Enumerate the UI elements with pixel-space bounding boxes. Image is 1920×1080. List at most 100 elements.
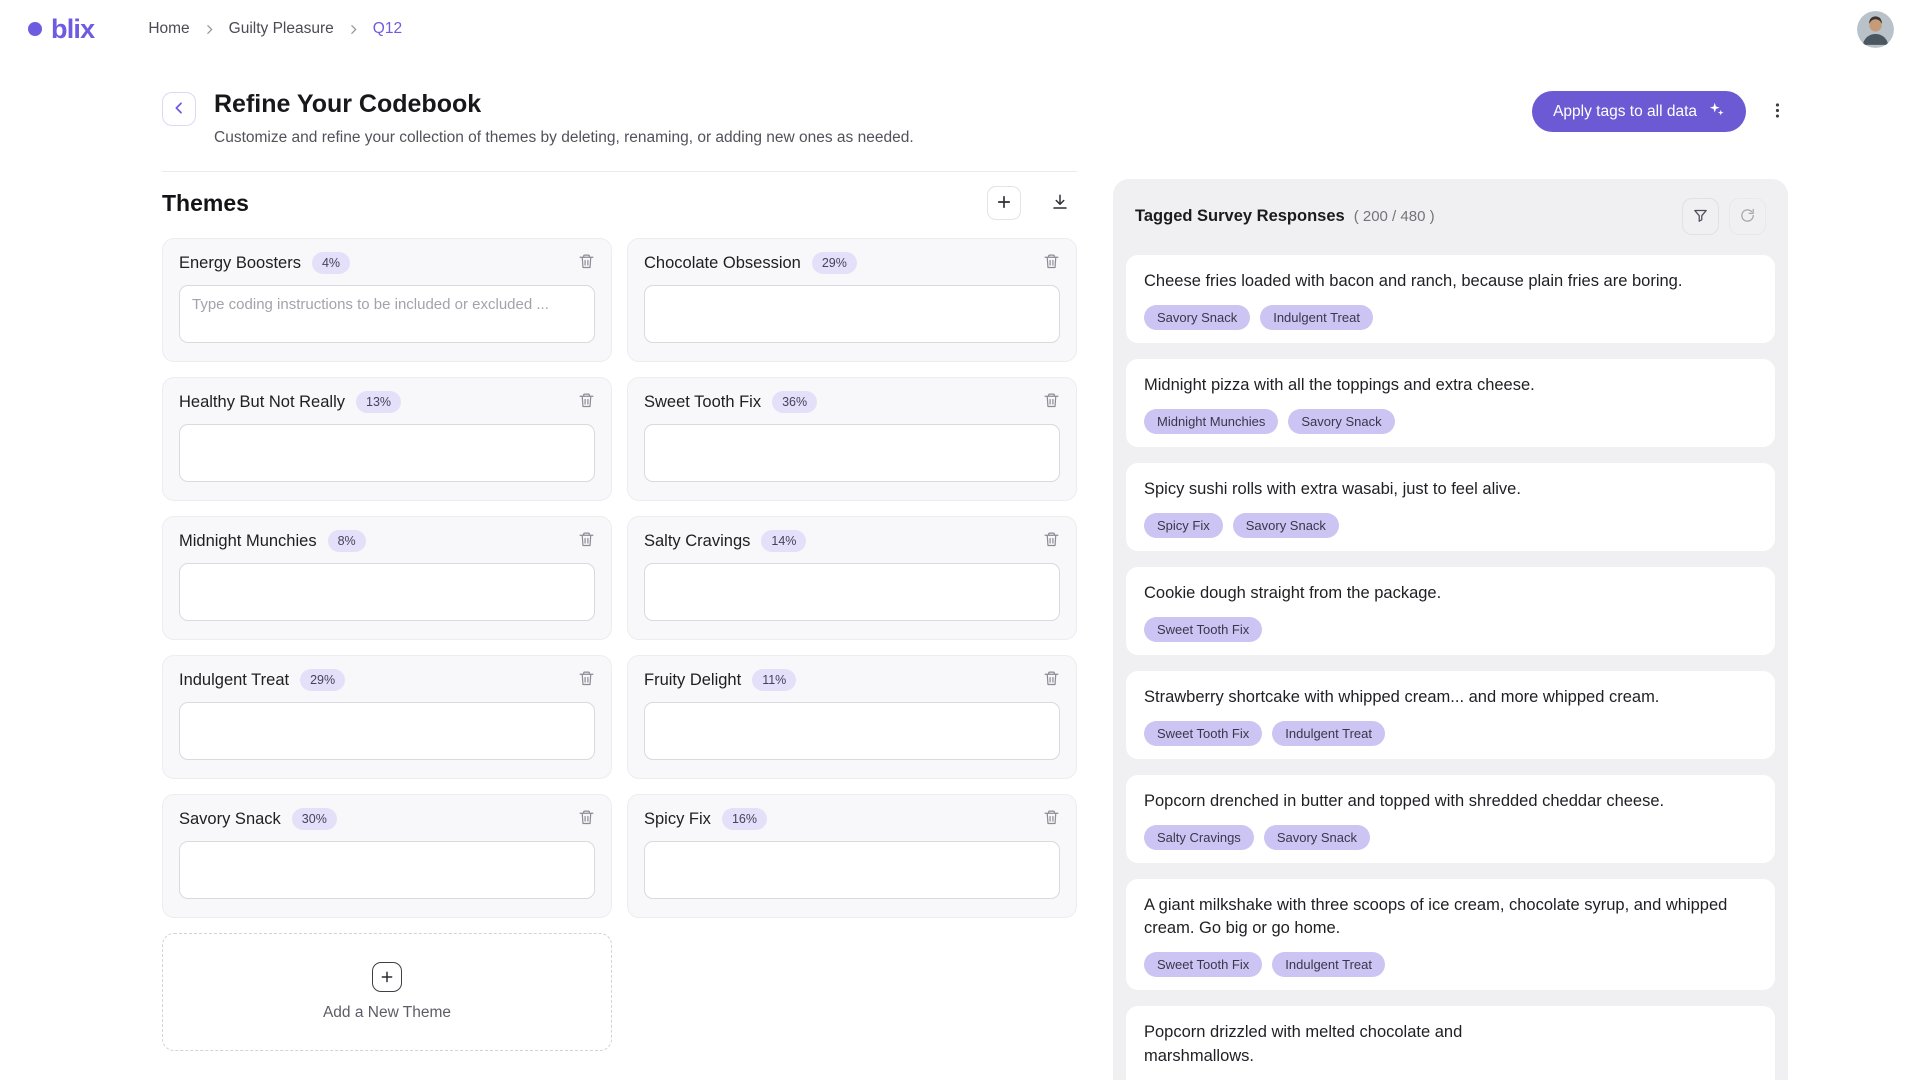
theme-name[interactable]: Healthy But Not Really: [179, 393, 345, 412]
delete-theme-button[interactable]: [1043, 531, 1060, 551]
response-tags: Sweet Tooth Fix: [1144, 616, 1757, 642]
theme-instructions-input[interactable]: [644, 285, 1060, 343]
delete-theme-button[interactable]: [1043, 809, 1060, 829]
codebook-section: Refine Your Codebook Customize and refin…: [162, 58, 1077, 1080]
delete-theme-button[interactable]: [1043, 670, 1060, 690]
apply-tags-button[interactable]: Apply tags to all data: [1532, 91, 1746, 132]
theme-instructions-input[interactable]: [644, 702, 1060, 760]
delete-theme-button[interactable]: [1043, 253, 1060, 273]
tag-pill: Savory Snack: [1288, 408, 1395, 434]
theme-card: Spicy Fix 16%: [627, 794, 1077, 918]
logo-ring-icon: [28, 22, 42, 36]
response-text: A giant milkshake with three scoops of i…: [1144, 895, 1728, 938]
theme-instructions-input[interactable]: [179, 424, 595, 482]
theme-instructions-input[interactable]: [179, 563, 595, 621]
refresh-responses-button[interactable]: [1729, 198, 1766, 235]
response-tags: Sweet Tooth Fix Indulgent Treat: [1144, 952, 1757, 978]
breadcrumb-guilty-pleasure[interactable]: Guilty Pleasure: [229, 20, 334, 38]
back-button[interactable]: [162, 92, 196, 126]
theme-name[interactable]: Energy Boosters: [179, 254, 301, 273]
theme-name[interactable]: Savory Snack: [179, 810, 281, 829]
page-header: Refine Your Codebook Customize and refin…: [162, 90, 1077, 147]
theme-card: Chocolate Obsession 29%: [627, 238, 1077, 362]
delete-theme-button[interactable]: [578, 531, 595, 551]
theme-instructions-input[interactable]: [179, 702, 595, 760]
theme-card: Healthy But Not Really 13%: [162, 377, 612, 501]
tag-pill: Spicy Fix: [1144, 512, 1223, 538]
theme-name[interactable]: Spicy Fix: [644, 810, 711, 829]
page-title: Refine Your Codebook: [214, 90, 482, 118]
delete-theme-button[interactable]: [578, 670, 595, 690]
download-icon: [1051, 193, 1069, 214]
page-subtitle: Customize and refine your collection of …: [214, 129, 914, 146]
response-tags: Midnight Munchies Savory Snack: [1144, 408, 1757, 434]
trash-icon: [1043, 392, 1060, 412]
theme-card: Savory Snack 30%: [162, 794, 612, 918]
theme-instructions-input[interactable]: [644, 563, 1060, 621]
theme-percentage-badge: 29%: [811, 252, 857, 274]
tag-pill: Indulgent Treat: [1260, 304, 1373, 330]
responses-section: Apply tags to all data Tagged Survey Res…: [1113, 58, 1788, 1080]
theme-name[interactable]: Fruity Delight: [644, 671, 741, 690]
theme-percentage-badge: 16%: [721, 808, 767, 830]
breadcrumb-current-q12[interactable]: Q12: [373, 20, 402, 38]
delete-theme-button[interactable]: [578, 809, 595, 829]
breadcrumb: Home Guilty Pleasure Q12: [148, 20, 402, 38]
filter-responses-button[interactable]: [1682, 198, 1719, 235]
breadcrumb-home[interactable]: Home: [148, 20, 189, 38]
response-text: Strawberry shortcake with whipped cream.…: [1144, 687, 1660, 706]
theme-name[interactable]: Chocolate Obsession: [644, 254, 801, 273]
vertical-dots-icon: [1768, 101, 1787, 123]
section-divider: [162, 171, 1077, 172]
trash-icon: [578, 670, 595, 690]
trash-icon: [578, 809, 595, 829]
theme-percentage-badge: 30%: [291, 808, 337, 830]
theme-instructions-input[interactable]: [179, 285, 595, 343]
theme-instructions-input[interactable]: [644, 841, 1060, 899]
themes-title: Themes: [162, 189, 249, 216]
theme-name[interactable]: Midnight Munchies: [179, 532, 317, 551]
response-tags: Sweet Tooth Fix Indulgent Treat: [1144, 720, 1757, 746]
user-avatar[interactable]: [1857, 10, 1894, 48]
themes-header: Themes: [162, 186, 1077, 220]
theme-percentage-badge: 13%: [356, 391, 402, 413]
panel-title: Tagged Survey Responses: [1135, 207, 1345, 225]
download-themes-button[interactable]: [1043, 186, 1077, 220]
tag-pill: Savory Snack: [1232, 512, 1339, 538]
top-bar: blix Home Guilty Pleasure Q12: [0, 0, 1920, 58]
tagged-responses-panel: Tagged Survey Responses ( 200 / 480 ) Ch…: [1113, 179, 1788, 1080]
tag-pill: Salty Cravings: [1144, 824, 1254, 850]
response-text: Popcorn drenched in butter and topped wi…: [1144, 791, 1665, 810]
response-tags: Savory Snack Indulgent Treat: [1144, 304, 1757, 330]
chevron-left-icon: [171, 100, 187, 119]
chevron-right-icon: [347, 23, 360, 36]
trash-icon: [578, 531, 595, 551]
response-text: Midnight pizza with all the toppings and…: [1144, 375, 1535, 394]
page-actions: Apply tags to all data: [1113, 91, 1788, 132]
delete-theme-button[interactable]: [578, 253, 595, 273]
apply-tags-label: Apply tags to all data: [1553, 102, 1697, 120]
theme-instructions-input[interactable]: [644, 424, 1060, 482]
tag-pill: Midnight Munchies: [1144, 408, 1279, 434]
theme-percentage-badge: 8%: [327, 530, 366, 552]
chevron-right-icon: [203, 23, 216, 36]
theme-instructions-input[interactable]: [179, 841, 595, 899]
theme-card: Energy Boosters 4%: [162, 238, 612, 362]
more-options-button[interactable]: [1766, 95, 1788, 129]
brand-logo[interactable]: blix: [28, 14, 95, 45]
theme-name[interactable]: Sweet Tooth Fix: [644, 393, 761, 412]
theme-name[interactable]: Salty Cravings: [644, 532, 750, 551]
sparkles-icon: [1708, 101, 1725, 123]
plus-icon: [372, 962, 402, 992]
trash-icon: [578, 253, 595, 273]
filter-icon: [1692, 207, 1709, 227]
theme-name[interactable]: Indulgent Treat: [179, 671, 289, 690]
panel-header: Tagged Survey Responses ( 200 / 480 ): [1126, 198, 1775, 235]
response-card: Midnight pizza with all the toppings and…: [1126, 358, 1775, 447]
add-new-theme-card[interactable]: Add a New Theme: [162, 933, 612, 1051]
add-theme-button[interactable]: [987, 186, 1021, 220]
delete-theme-button[interactable]: [1043, 392, 1060, 412]
delete-theme-button[interactable]: [578, 392, 595, 412]
response-card: Cookie dough straight from the package. …: [1126, 566, 1775, 655]
trash-icon: [578, 392, 595, 412]
